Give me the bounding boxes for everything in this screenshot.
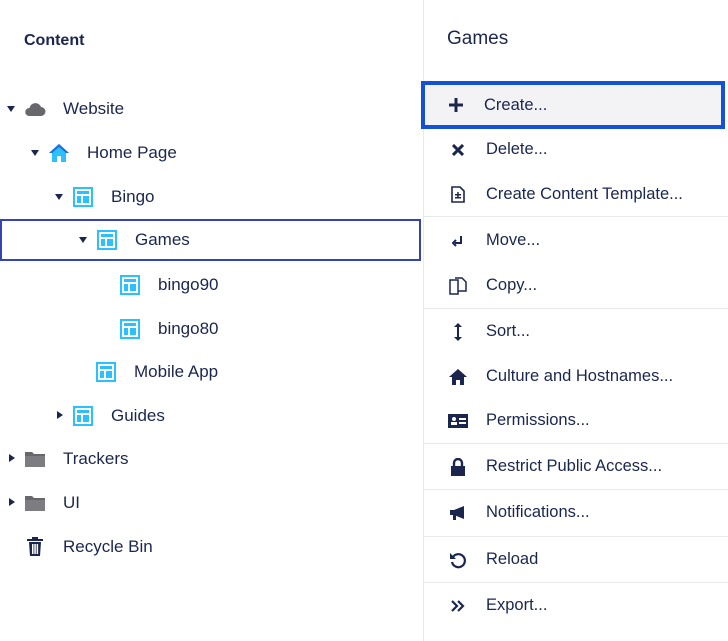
trash-icon xyxy=(24,536,46,558)
menu-item-label: Culture and Hostnames... xyxy=(486,367,674,385)
tree-node-label: Trackers xyxy=(63,449,129,468)
menu-item-delete[interactable]: Delete... xyxy=(424,127,728,172)
tree-node-label: Home Page xyxy=(87,143,177,162)
content-tree-pane: Content Website Home Page Bingo Games bi… xyxy=(0,0,424,641)
document-type-icon xyxy=(96,229,118,251)
tree-node-ui[interactable]: UI xyxy=(0,482,421,524)
folder-icon xyxy=(24,492,46,514)
menu-divider xyxy=(424,216,728,217)
document-type-icon xyxy=(119,274,141,296)
document-type-icon xyxy=(119,318,141,340)
tree-node-bingo80[interactable]: bingo80 xyxy=(0,308,421,350)
home-icon xyxy=(48,142,70,164)
menu-item-notifications[interactable]: Notifications... xyxy=(424,490,728,535)
menu-item-move[interactable]: Move... xyxy=(424,218,728,263)
lock-icon xyxy=(448,457,468,477)
tree-node-label: bingo80 xyxy=(158,319,219,338)
cloud-icon xyxy=(24,98,46,120)
caret-down-icon[interactable] xyxy=(7,106,15,112)
tree-node-label: Recycle Bin xyxy=(63,537,153,556)
menu-item-label: Create Content Template... xyxy=(486,185,683,203)
export-icon xyxy=(448,596,468,616)
tree-node-label: Guides xyxy=(111,406,165,425)
tree-node-label: Games xyxy=(135,230,190,249)
document-type-icon xyxy=(72,186,94,208)
tree-node-label: bingo90 xyxy=(158,275,219,294)
caret-right-icon[interactable] xyxy=(9,454,15,462)
tree-node-games[interactable]: Games xyxy=(0,219,421,261)
move-icon xyxy=(448,231,468,251)
close-icon xyxy=(448,140,468,160)
caret-right-icon[interactable] xyxy=(9,498,15,506)
tree-node-label: Bingo xyxy=(111,187,155,206)
caret-down-icon[interactable] xyxy=(31,150,39,156)
home-icon xyxy=(448,367,468,387)
document-type-icon xyxy=(95,361,117,383)
menu-item-sort[interactable]: Sort... xyxy=(424,309,728,354)
menu-item-culture-and-hostnames[interactable]: Culture and Hostnames... xyxy=(424,354,728,399)
tree-title: Content xyxy=(24,32,85,49)
menu-item-reload[interactable]: Reload xyxy=(424,537,728,582)
tree-node-recycle-bin[interactable]: Recycle Bin xyxy=(0,526,421,568)
tree-node-website[interactable]: Website xyxy=(0,88,421,130)
menu-item-create-content-template[interactable]: Create Content Template... xyxy=(424,172,728,217)
menu-item-permissions[interactable]: Permissions... xyxy=(424,398,728,443)
tree-node-mobile-app[interactable]: Mobile App xyxy=(0,351,421,393)
menu-item-copy[interactable]: Copy... xyxy=(424,263,728,308)
tree-node-label: Website xyxy=(63,99,125,118)
menu-item-label: Export... xyxy=(486,596,548,614)
reload-icon xyxy=(448,550,468,570)
menu-item-create[interactable]: Create... xyxy=(421,81,725,129)
caret-down-icon[interactable] xyxy=(55,194,63,200)
menu-item-label: Delete... xyxy=(486,140,548,158)
tree-node-trackers[interactable]: Trackers xyxy=(0,438,421,480)
document-type-icon xyxy=(72,405,94,427)
tree-node-guides[interactable]: Guides xyxy=(0,395,421,437)
menu-item-label: Copy... xyxy=(486,276,538,294)
tree-node-label: Mobile App xyxy=(134,362,219,381)
menu-item-export[interactable]: Export... xyxy=(424,583,728,628)
menu-item-label: Restrict Public Access... xyxy=(486,457,663,475)
menu-item-label: Permissions... xyxy=(486,411,590,429)
menu-item-restrict-public-access[interactable]: Restrict Public Access... xyxy=(424,444,728,489)
menu-item-label: Reload xyxy=(486,550,539,568)
sort-icon xyxy=(448,322,468,342)
folder-icon xyxy=(24,448,46,470)
tree-node-bingo90[interactable]: bingo90 xyxy=(0,264,421,306)
template-icon xyxy=(448,185,468,205)
menu-item-label: Sort... xyxy=(486,322,531,340)
menu-title: Games xyxy=(447,28,509,49)
tree-node-bingo[interactable]: Bingo xyxy=(0,176,421,218)
permissions-icon xyxy=(448,411,468,431)
copy-icon xyxy=(448,276,468,296)
menu-item-label: Create... xyxy=(484,95,548,114)
caret-down-icon[interactable] xyxy=(79,237,87,243)
caret-right-icon[interactable] xyxy=(57,411,63,419)
menu-item-label: Notifications... xyxy=(486,503,590,521)
tree-node-home-page[interactable]: Home Page xyxy=(0,132,421,174)
menu-item-label: Move... xyxy=(486,231,541,249)
actions-menu-pane: Games Create... Delete... Create Content… xyxy=(421,0,728,641)
tree-node-label: UI xyxy=(63,493,80,512)
plus-icon xyxy=(446,95,466,115)
megaphone-icon xyxy=(448,503,468,523)
